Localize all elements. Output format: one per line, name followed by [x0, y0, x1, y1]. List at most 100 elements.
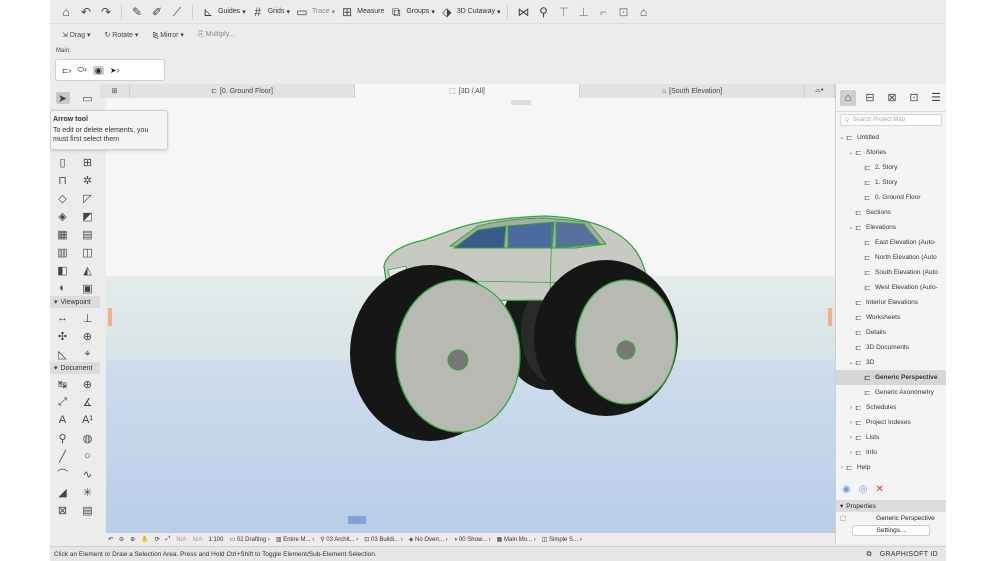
chevron-icon[interactable]: ⌄ [838, 134, 846, 141]
cursor-icon[interactable]: ➤› [110, 66, 119, 75]
delete-icon[interactable]: ✕ [875, 484, 883, 495]
style-combo[interactable]: ◫ Simple S... › [542, 536, 582, 543]
tree-item[interactable]: ⊏ Generic Perspective [836, 370, 946, 385]
syringe-icon[interactable]: ✎ [129, 4, 145, 20]
viewpoint-section[interactable]: ▾ Viewpoint [50, 296, 100, 308]
tree-item[interactable]: ⌄ ⊏ Stories [836, 145, 946, 160]
mesh-tool[interactable]: ◩ [81, 210, 95, 223]
clone-icon[interactable]: ◎ [859, 484, 868, 495]
renovation-combo[interactable]: ◑ 00 Show... › [454, 537, 491, 543]
trace-button[interactable]: ▭ Trace ▾ [294, 4, 335, 20]
rotate-button[interactable]: ↻ Rotate ▾ [104, 31, 138, 39]
circle-tool[interactable]: ○ [81, 450, 95, 462]
link-icon[interactable]: ⋈ [515, 4, 531, 20]
multiply-button[interactable]: ⎘ Multiply... [198, 31, 235, 39]
home-icon[interactable]: ⌂ [58, 4, 74, 20]
car-model[interactable] [106, 98, 835, 533]
override-combo[interactable]: ◈ No Overr... › [409, 536, 448, 543]
tree-item[interactable]: ⊏ Generic Axonometry [836, 385, 946, 400]
level-dimension-tool[interactable]: ⊕ [81, 378, 95, 391]
detail-tool[interactable]: ◺ [56, 348, 70, 361]
label-tool[interactable]: A¹ [81, 414, 95, 426]
tab-ground-floor[interactable]: ⊏ [0. Ground Floor] [130, 84, 355, 98]
corner-icon[interactable]: ⌐ [595, 4, 611, 20]
tree-item[interactable]: › ⊏ Lists [836, 430, 946, 445]
elevation-tool[interactable]: ⊥ [81, 312, 95, 325]
image-tool[interactable]: ▤ [81, 504, 95, 517]
pick-icon[interactable]: ⟋ [169, 4, 185, 20]
chevron-icon[interactable]: ⌄ [847, 359, 855, 366]
section-tool[interactable]: ↔ [56, 312, 70, 324]
groups-button[interactable]: ⧉ Groups ▾ [388, 4, 435, 20]
align-icon[interactable]: ⊤ [555, 4, 571, 20]
model-view-combo[interactable]: ⊡ 03 Buildi... › [364, 536, 402, 543]
tab-overview[interactable]: ⊞ [100, 84, 130, 98]
chevron-icon[interactable]: › [847, 435, 855, 441]
selection-method-icon[interactable]: ⊏› [62, 66, 71, 75]
grids-button[interactable]: # Grids ▾ [250, 4, 290, 20]
morph-tool[interactable]: ◈ [56, 210, 70, 223]
settings-button[interactable]: Settings... [852, 525, 930, 536]
cutaway-button[interactable]: ⬗ 3D Cutaway ▾ [439, 4, 500, 20]
chevron-icon[interactable]: › [847, 405, 855, 411]
chevron-icon[interactable]: › [838, 465, 846, 471]
window-layout-icon[interactable]: ⧉ [866, 551, 871, 559]
tree-item[interactable]: ⊏ 1. Story [836, 175, 946, 190]
door-tool[interactable]: ▯ [56, 156, 70, 169]
layout-book-icon[interactable]: ⊠ [884, 90, 900, 106]
object-tool[interactable]: ◐ [56, 282, 70, 294]
angle-dimension-tool[interactable]: ∡ [81, 396, 95, 409]
lamp-tool[interactable]: ✲ [81, 174, 95, 187]
tree-item[interactable]: ⊏ North Elevation (Auto [836, 250, 946, 265]
view-map-icon[interactable]: ⊟ [862, 90, 878, 106]
change-tool[interactable]: ⌖ [81, 348, 95, 360]
worksheet-tool[interactable]: ⊕ [81, 330, 95, 343]
tree-item[interactable]: ⊏ 0. Ground Floor [836, 190, 946, 205]
tree-item[interactable]: ⊏ Worksheets [836, 310, 946, 325]
measure-button[interactable]: ⊞ Measure [339, 4, 384, 20]
tree-item[interactable]: ⌄ ⊏ Untitled [836, 130, 946, 145]
hotspot-tool[interactable]: ◢ [56, 486, 70, 499]
undo-icon[interactable]: ↶ [78, 4, 94, 20]
tree-item[interactable]: › ⊏ Help [836, 460, 946, 475]
slab-tool[interactable]: ◭ [81, 264, 95, 277]
view-settings-icon[interactable]: ◉ [842, 484, 851, 495]
tree-item[interactable]: › ⊏ Schedules [836, 400, 946, 415]
chevron-icon[interactable]: ⌄ [847, 149, 855, 156]
text-tool[interactable]: A [56, 414, 70, 426]
drag-button[interactable]: ⇲ Drag ▾ [62, 31, 90, 39]
tree-item[interactable]: ⊏ East Elevation (Auto- [836, 235, 946, 250]
marquee-tool[interactable]: ▭ [81, 92, 95, 105]
pan-icon[interactable]: ✋ [141, 536, 148, 543]
marquee-icon[interactable]: ⬭› [77, 65, 87, 75]
arrow-tool[interactable]: ➤ [55, 92, 70, 105]
tree-item[interactable]: › ⊏ Project Indexes [836, 415, 946, 430]
redo-icon[interactable]: ↷ [98, 4, 114, 20]
drawing-tool[interactable]: ✳ [81, 486, 95, 499]
properties-header[interactable]: ▾ Properties [836, 500, 946, 512]
dimension-tool[interactable]: ↹ [56, 378, 70, 391]
stair-tool[interactable]: ⊓ [56, 174, 70, 187]
polyline-tool[interactable]: ⌒ [56, 468, 70, 481]
tab-south-elevation[interactable]: ⌂ [South Elevation] [580, 84, 805, 98]
interior-elevation-tool[interactable]: ✣ [56, 330, 70, 343]
tree-item[interactable]: ⌄ ⊏ 3D [836, 355, 946, 370]
publisher-icon[interactable]: ⊡ [906, 90, 922, 106]
tree-item[interactable]: › ⊏ Info [836, 445, 946, 460]
graphisoft-id[interactable]: GRAPHISOFT ID [880, 551, 938, 558]
fit-icon[interactable]: ⤢ [166, 536, 171, 543]
chevron-icon[interactable]: ⌄ [847, 224, 855, 231]
spline-tool[interactable]: ∿ [81, 468, 95, 481]
tree-item[interactable]: ⊏ 2. Story [836, 160, 946, 175]
guides-button[interactable]: ⊾ Guides ▾ [200, 4, 246, 20]
tree-item[interactable]: ⊏ 3D Documents [836, 340, 946, 355]
orbit-icon[interactable]: ⟳ [155, 536, 160, 543]
scale-value[interactable]: 1:100 [208, 537, 223, 543]
main-model-combo[interactable]: ▦ Main Mo... › [497, 536, 536, 543]
radial-dimension-tool[interactable]: ⤢ [56, 396, 70, 408]
tree-item[interactable]: ⊏ West Elevation (Auto- [836, 280, 946, 295]
search-input[interactable]: ⚲ Search Project Map [840, 114, 942, 126]
beam-tool[interactable]: ▥ [56, 246, 70, 259]
curtain-wall-tool[interactable]: ▦ [56, 228, 70, 241]
column-tool[interactable]: ◫ [81, 246, 95, 259]
